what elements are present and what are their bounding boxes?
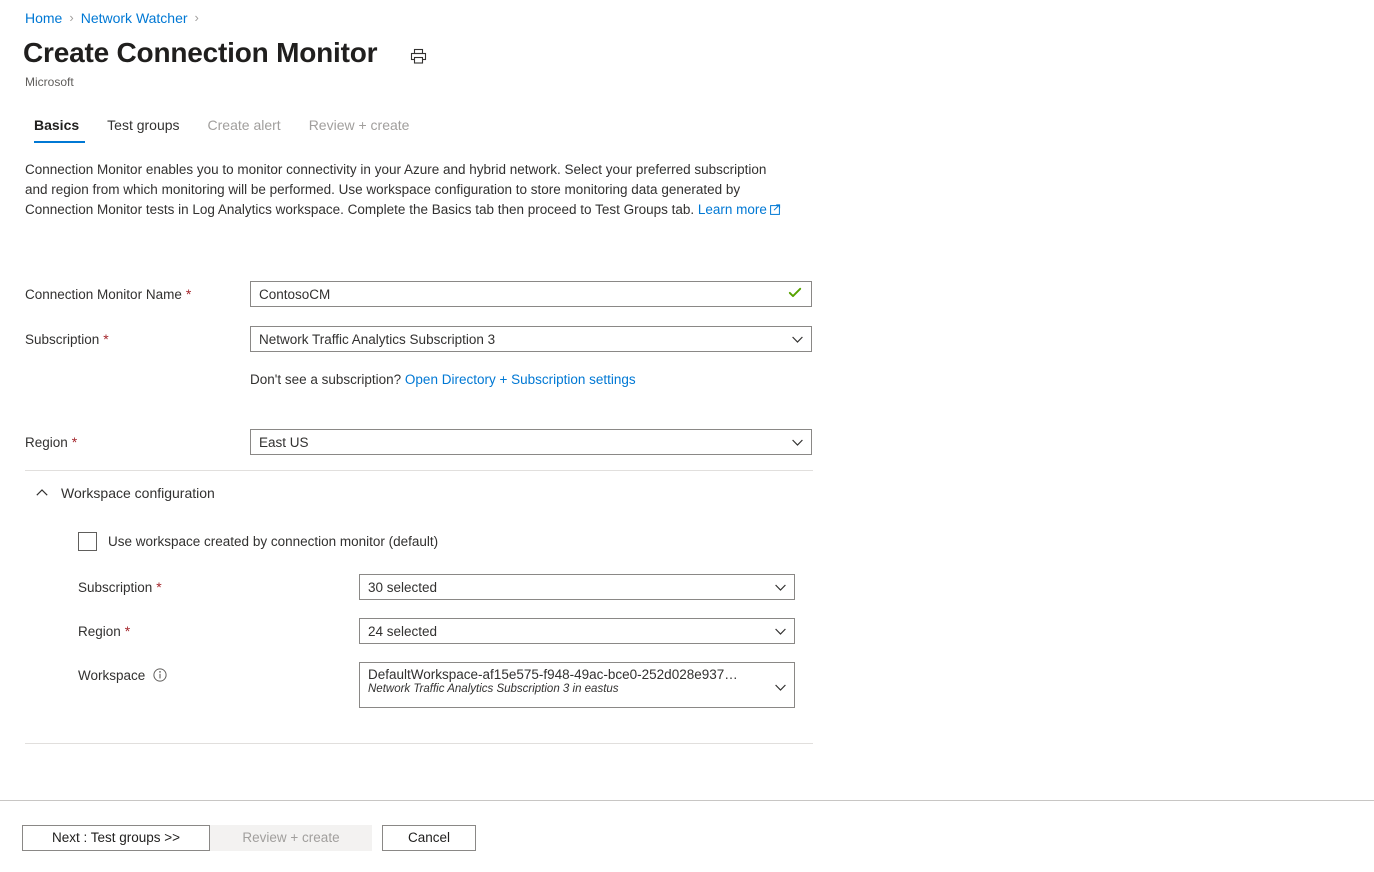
page-header: Create Connection Monitor — [23, 36, 431, 70]
create-connection-monitor-page: Home › Network Watcher › Create Connecti… — [0, 0, 1374, 872]
chevron-up-icon — [35, 486, 49, 500]
printer-icon — [410, 48, 427, 65]
connection-monitor-name-label: Connection Monitor Name * — [25, 285, 250, 304]
subscription-value: Network Traffic Analytics Subscription 3 — [259, 332, 783, 347]
subscription-help-text: Don't see a subscription? Open Directory… — [250, 371, 636, 389]
tab-review-create: Review + create — [295, 112, 424, 143]
name-label-text: Connection Monitor Name — [25, 287, 182, 302]
workspace-subtext: Network Traffic Analytics Subscription 3… — [368, 683, 619, 695]
workspace-region-row: Region * 24 selected — [78, 618, 795, 644]
chevron-down-icon — [774, 681, 786, 693]
breadcrumb: Home › Network Watcher › — [25, 8, 206, 28]
breadcrumb-separator-icon-2: › — [195, 8, 199, 28]
ws-subscription-label-text: Subscription — [78, 580, 152, 595]
use-default-workspace-label: Use workspace created by connection moni… — [108, 533, 438, 551]
printer-icon-button[interactable] — [405, 43, 431, 69]
chevron-down-icon — [774, 581, 786, 593]
workspace-subscription-label: Subscription * — [78, 578, 359, 597]
workspace-row: Workspace DefaultWorkspace-af15e575-f948… — [78, 662, 795, 708]
workspace-configuration-title: Workspace configuration — [61, 483, 215, 503]
subscription-help-prefix: Don't see a subscription? — [250, 372, 405, 387]
page-title: Create Connection Monitor — [23, 36, 377, 70]
breadcrumb-item-home[interactable]: Home — [25, 8, 62, 28]
required-asterisk: * — [103, 331, 108, 347]
workspace-region-dropdown[interactable]: 24 selected — [359, 618, 795, 644]
required-asterisk: * — [125, 623, 130, 639]
learn-more-link[interactable]: Learn more — [698, 202, 767, 217]
use-default-workspace-checkbox-row[interactable]: Use workspace created by connection moni… — [78, 532, 438, 551]
ws-region-label-text: Region — [78, 624, 121, 639]
next-test-groups-button[interactable]: Next : Test groups >> — [22, 825, 210, 851]
review-create-button: Review + create — [210, 825, 372, 851]
section-divider-top — [25, 470, 813, 471]
section-divider-bottom — [25, 743, 813, 744]
connection-monitor-name-row: Connection Monitor Name * ContosoCM — [25, 281, 812, 307]
connection-monitor-name-input[interactable]: ContosoCM — [250, 281, 812, 307]
external-link-icon — [770, 201, 781, 221]
green-check-icon — [788, 286, 802, 303]
workspace-region-label: Region * — [78, 622, 359, 641]
workspace-subscription-dropdown[interactable]: 30 selected — [359, 574, 795, 600]
breadcrumb-item-network-watcher[interactable]: Network Watcher — [81, 8, 188, 28]
open-directory-subscription-settings-link[interactable]: Open Directory + Subscription settings — [405, 372, 636, 387]
subscription-label-text: Subscription — [25, 332, 99, 347]
description-text: Connection Monitor enables you to monito… — [25, 162, 766, 217]
breadcrumb-separator-icon: › — [69, 8, 73, 28]
footer-actions: Next : Test groups >> Review + create Ca… — [22, 825, 476, 851]
page-subtitle: Microsoft — [25, 74, 74, 90]
name-input-value: ContosoCM — [259, 287, 783, 302]
chevron-down-icon — [774, 625, 786, 637]
ws-region-value: 24 selected — [368, 624, 766, 639]
tab-test-groups[interactable]: Test groups — [93, 112, 193, 143]
region-label: Region * — [25, 433, 250, 452]
required-asterisk: * — [72, 434, 77, 450]
subscription-row: Subscription * Network Traffic Analytics … — [25, 326, 812, 352]
required-asterisk: * — [186, 286, 191, 302]
region-dropdown[interactable]: East US — [250, 429, 812, 455]
region-value: East US — [259, 435, 783, 450]
use-default-workspace-checkbox[interactable] — [78, 532, 97, 551]
ws-subscription-value: 30 selected — [368, 580, 766, 595]
workspace-dropdown[interactable]: DefaultWorkspace-af15e575-f948-49ac-bce0… — [359, 662, 795, 708]
subscription-dropdown[interactable]: Network Traffic Analytics Subscription 3 — [250, 326, 812, 352]
tab-create-alert: Create alert — [194, 112, 295, 143]
subscription-label: Subscription * — [25, 330, 250, 349]
workspace-value: DefaultWorkspace-af15e575-f948-49ac-bce0… — [368, 667, 766, 682]
region-row: Region * East US — [25, 429, 812, 455]
region-label-text: Region — [25, 435, 68, 450]
page-description: Connection Monitor enables you to monito… — [25, 160, 785, 221]
workspace-configuration-section-header[interactable]: Workspace configuration — [35, 483, 215, 503]
chevron-down-icon — [791, 436, 803, 448]
info-icon[interactable] — [153, 668, 167, 682]
workspace-label: Workspace — [78, 662, 359, 685]
cancel-button[interactable]: Cancel — [382, 825, 476, 851]
required-asterisk: * — [156, 579, 161, 595]
workspace-label-text: Workspace — [78, 668, 145, 683]
workspace-subscription-row: Subscription * 30 selected — [78, 574, 795, 600]
footer-separator — [0, 800, 1374, 801]
tab-basics[interactable]: Basics — [25, 112, 93, 143]
wizard-tabs: Basics Test groups Create alert Review +… — [25, 112, 423, 143]
chevron-down-icon — [791, 333, 803, 345]
